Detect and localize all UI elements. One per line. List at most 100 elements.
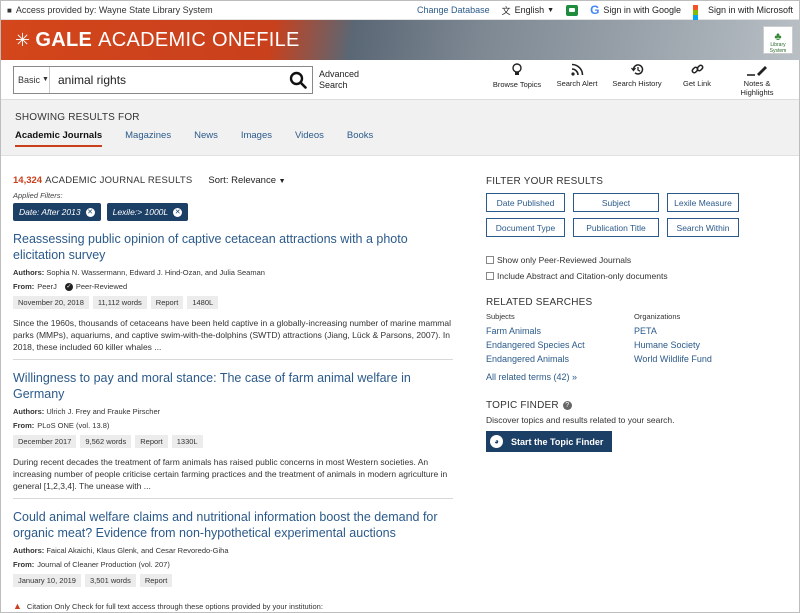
- result-item: Reassessing public opinion of captive ce…: [13, 231, 453, 360]
- google-classroom-button[interactable]: [566, 4, 579, 16]
- filter-publication-title-button[interactable]: Publication Title: [573, 218, 659, 237]
- google-signin-button[interactable]: G Sign in with Google: [590, 3, 681, 17]
- search-alert-button[interactable]: Search Alert: [547, 63, 607, 97]
- filter-subject-button[interactable]: Subject: [573, 193, 659, 212]
- result-source: From: PLoS ONE (vol. 13.8): [13, 421, 110, 430]
- advanced-search-link[interactable]: Advanced Search: [319, 69, 359, 91]
- caret-down-icon: ▼: [42, 76, 49, 83]
- language-selector[interactable]: 文 English ▼: [502, 4, 554, 17]
- related-org-link[interactable]: PETA: [634, 324, 782, 338]
- tab-magazines[interactable]: Magazines: [125, 130, 171, 147]
- peer-reviewed-checkbox-row[interactable]: Show only Peer-Reviewed Journals: [486, 255, 786, 265]
- filter-chip-date[interactable]: Date: After 2013 ✕: [13, 203, 101, 221]
- related-subject-link[interactable]: Endangered Species Act: [486, 338, 634, 352]
- tab-books[interactable]: Books: [347, 130, 373, 147]
- remove-filter-icon[interactable]: ✕: [85, 207, 95, 217]
- result-authors: Authors: Ulrich J. Frey and Frauke Pirsc…: [13, 407, 161, 416]
- all-related-terms-link[interactable]: All related terms (42) »: [486, 372, 786, 382]
- topic-finder-icon: ◕: [490, 435, 503, 448]
- tab-academic-journals[interactable]: Academic Journals: [15, 130, 103, 147]
- change-database-link[interactable]: Change Database: [417, 5, 490, 15]
- content-type-tabs: Academic Journals Magazines News Images …: [15, 130, 785, 147]
- microsoft-icon: [692, 4, 704, 25]
- result-title-link[interactable]: Could animal welfare claims and nutritio…: [13, 509, 453, 541]
- gale-logo[interactable]: ✳ GALE ACADEMIC ONEFILE: [15, 29, 300, 52]
- meta-date: December 2017: [13, 435, 77, 448]
- search-row: Basic ▼ Advanced Search Browse Topics: [1, 60, 799, 100]
- tab-images[interactable]: Images: [241, 130, 272, 147]
- google-classroom-icon: [566, 4, 579, 16]
- rss-icon: [570, 63, 583, 76]
- gale-star-icon: ✳: [15, 30, 31, 50]
- results-count-label: ACADEMIC JOURNAL RESULTS: [45, 175, 193, 186]
- meta-type: Report: [150, 296, 184, 309]
- peer-reviewed-badge: ✓ Peer-Reviewed: [64, 282, 128, 291]
- notes-highlights-button[interactable]: Notes & Highlights: [727, 63, 787, 97]
- related-org-link[interactable]: World Wildlife Fund: [634, 352, 782, 366]
- library-logo: ♣ Library System: [763, 26, 793, 54]
- results-column: 14,324 ACADEMIC JOURNAL RESULTS Sort: Re…: [13, 156, 453, 593]
- browse-topics-button[interactable]: Browse Topics: [487, 62, 547, 97]
- main-content: 14,324 ACADEMIC JOURNAL RESULTS Sort: Re…: [1, 156, 799, 593]
- filter-buttons: Date Published Subject Lexile Measure Do…: [486, 193, 786, 237]
- filter-lexile-button[interactable]: Lexile Measure: [667, 193, 739, 212]
- result-source: From: PeerJ ✓ Peer-Reviewed: [13, 282, 128, 291]
- sort-dropdown[interactable]: Sort: Relevance ▼: [208, 175, 285, 186]
- meta-words: 3,501 words: [84, 574, 136, 587]
- result-authors: Authors: Faical Akaichi, Klaus Glenk, an…: [13, 546, 229, 555]
- meta-lexile: 1480L: [187, 296, 219, 309]
- search-input[interactable]: [50, 72, 284, 87]
- meta-words: 11,112 words: [92, 296, 147, 309]
- caret-down-icon: ▼: [278, 178, 286, 185]
- organizations-label: Organizations: [634, 312, 681, 321]
- filter-search-within-button[interactable]: Search Within: [667, 218, 739, 237]
- related-orgs-column: Organizations PETA Humane Society World …: [634, 312, 782, 366]
- result-meta: January 10, 2019 3,501 words Report: [13, 574, 453, 587]
- help-icon[interactable]: ?: [562, 401, 572, 410]
- topic-finder-heading: TOPIC FINDER ?: [486, 400, 786, 411]
- search-mode-dropdown[interactable]: Basic ▼: [14, 66, 50, 93]
- peer-reviewed-checkbox[interactable]: [486, 256, 494, 264]
- result-title-link[interactable]: Reassessing public opinion of captive ce…: [13, 231, 453, 263]
- meta-date: November 20, 2018: [13, 296, 89, 309]
- filter-chip-lexile[interactable]: Lexile:> 1000L ✕: [106, 203, 189, 221]
- access-provided-text: ■ Access provided by: Wayne State Librar…: [7, 5, 213, 15]
- lightbulb-icon: [512, 62, 522, 75]
- lock-icon: ■: [7, 6, 12, 15]
- header-banner: ✳ GALE ACADEMIC ONEFILE ♣ Library System: [1, 20, 799, 60]
- result-item: Could animal welfare claims and nutritio…: [13, 509, 453, 593]
- abstract-checkbox-row[interactable]: Include Abstract and Citation-only docum…: [486, 271, 786, 281]
- related-org-link[interactable]: Humane Society: [634, 338, 782, 352]
- result-meta: December 2017 9,562 words Report 1330L: [13, 435, 453, 448]
- tab-videos[interactable]: Videos: [295, 130, 324, 147]
- related-subject-link[interactable]: Farm Animals: [486, 324, 634, 338]
- search-button[interactable]: [284, 67, 312, 93]
- related-searches-heading: RELATED SEARCHES: [486, 297, 593, 308]
- applied-filters: Date: After 2013 ✕ Lexile:> 1000L ✕: [13, 203, 453, 221]
- result-authors: Authors: Sophia N. Wassermann, Edward J.…: [13, 268, 265, 277]
- meta-type: Report: [135, 435, 168, 448]
- result-item: Willingness to pay and moral stance: The…: [13, 370, 453, 499]
- related-subject-link[interactable]: Endangered Animals: [486, 352, 634, 366]
- filter-sidebar: FILTER YOUR RESULTS Date Published Subje…: [486, 156, 786, 593]
- results-count-row: 14,324 ACADEMIC JOURNAL RESULTS Sort: Re…: [13, 175, 453, 186]
- top-utility-bar: ■ Access provided by: Wayne State Librar…: [1, 1, 799, 25]
- search-history-button[interactable]: Search History: [607, 63, 667, 97]
- remove-filter-icon[interactable]: ✕: [173, 207, 183, 217]
- meta-words: 9,562 words: [80, 435, 132, 448]
- history-icon: [630, 63, 643, 75]
- microsoft-signin-button[interactable]: Sign in with Microsoft: [692, 4, 793, 25]
- meta-type: Report: [139, 574, 173, 587]
- get-link-button[interactable]: Get Link: [667, 63, 727, 97]
- filter-date-published-button[interactable]: Date Published: [486, 193, 565, 212]
- filter-document-type-button[interactable]: Document Type: [486, 218, 565, 237]
- tab-news[interactable]: News: [194, 130, 218, 147]
- meta-lexile: 1330L: [171, 435, 203, 448]
- start-topic-finder-button[interactable]: ◕ Start the Topic Finder: [486, 431, 612, 452]
- results-count: 14,324: [13, 175, 43, 186]
- abstract-checkbox[interactable]: [486, 272, 494, 280]
- results-for-band: SHOWING RESULTS FOR Academic Journals Ma…: [1, 100, 799, 156]
- result-title-link[interactable]: Willingness to pay and moral stance: The…: [13, 370, 453, 402]
- related-searches: Subjects Farm Animals Endangered Species…: [486, 312, 786, 366]
- result-snippet: Since the 1960s, thousands of cetaceans …: [13, 318, 452, 352]
